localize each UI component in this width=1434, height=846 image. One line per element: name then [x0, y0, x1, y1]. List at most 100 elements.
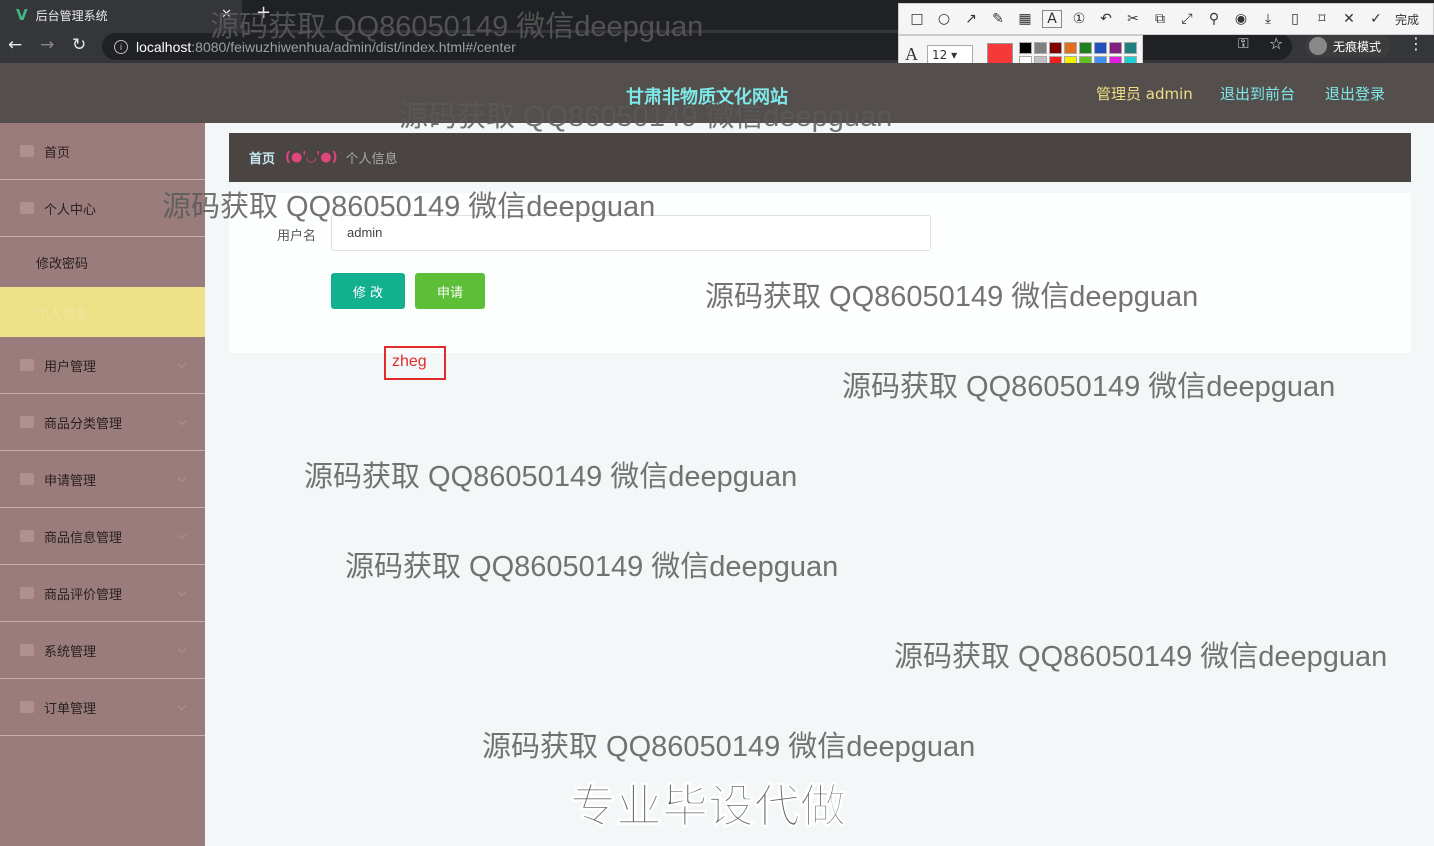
watermark-text: 源码获取 QQ86050149 微信deepguan — [399, 101, 893, 133]
sidebar-item-label: 订单管理 — [44, 701, 97, 717]
sidebar-item[interactable]: 商品评价管理 — [0, 565, 205, 622]
chevron-down-icon — [177, 644, 187, 654]
key-icon[interactable]: ⚿ — [1238, 36, 1249, 52]
admin-label: 管理员 admin — [1096, 85, 1193, 103]
breadcrumb-separator: (●'◡'●) — [285, 150, 338, 165]
ellipse-tool-icon[interactable]: ○ — [934, 11, 954, 27]
sidebar-item-label: 首页 — [44, 145, 71, 161]
color-swatch[interactable] — [1034, 42, 1047, 54]
browser-menu-icon[interactable]: ⋮ — [1408, 34, 1424, 53]
sidebar-item[interactable]: 商品信息管理 — [0, 508, 205, 565]
incognito-icon — [1309, 37, 1327, 55]
sidebar-item[interactable]: 申请管理 — [0, 451, 205, 508]
pen-tool-icon[interactable]: ✎ — [988, 11, 1008, 27]
watermark-text: 源码获取 QQ86050149 微信deepguan — [482, 731, 976, 763]
cancel-icon[interactable]: ✕ — [1339, 11, 1359, 27]
menu-icon — [20, 644, 34, 656]
site-info-icon[interactable]: i — [114, 39, 128, 54]
tab-title: 后台管理系统 — [35, 8, 108, 23]
mosaic-tool-icon[interactable]: ▦ — [1015, 11, 1035, 27]
arrow-tool-icon[interactable]: ↗ — [961, 11, 981, 27]
menu-icon — [20, 587, 34, 599]
menu-icon — [20, 530, 34, 542]
sidebar-item[interactable]: 商品分类管理 — [0, 394, 205, 451]
cut-icon[interactable]: ✂ — [1123, 11, 1143, 27]
color-swatch[interactable] — [1064, 42, 1077, 54]
watermark-text: 源码获取 QQ86050149 微信deepguan — [705, 281, 1199, 313]
menu-icon — [20, 473, 34, 485]
fullscreen-icon[interactable]: ⤢ — [1177, 11, 1197, 27]
edit-button[interactable]: 修 改 — [331, 273, 405, 309]
color-swatch[interactable] — [1019, 42, 1032, 54]
sidebar-item[interactable]: 用户管理 — [0, 337, 205, 394]
sidebar-item-label: 商品评价管理 — [44, 587, 123, 603]
breadcrumb: 首页 (●'◡'●) 个人信息 — [229, 133, 1411, 182]
annotation-text-box[interactable]: zheg — [384, 346, 446, 380]
apply-button[interactable]: 申请 — [415, 273, 485, 309]
sidebar-item[interactable]: 系统管理 — [0, 622, 205, 679]
user-icon — [20, 202, 34, 214]
font-size-value: 12 — [932, 48, 948, 62]
rectangle-tool-icon[interactable]: □ — [907, 11, 927, 27]
phone-icon[interactable]: ▯ — [1285, 11, 1305, 27]
url-host: localhost — [136, 38, 192, 55]
sidebar-item-home[interactable]: 首页 — [0, 123, 205, 180]
to-front-link[interactable]: 退出到前台 — [1220, 83, 1295, 104]
color-swatch[interactable] — [1124, 42, 1137, 54]
sidebar: 首页 个人中心 修改密码 个人信息 用户管理商品分类管理 申请管理商品信息管理 商品… — [0, 123, 205, 846]
sidebar-item-label: 用户管理 — [44, 359, 97, 375]
watermark-text: 源码获取 QQ86050149 微信deepguan — [842, 371, 1336, 403]
text-tool-icon[interactable]: A — [1042, 10, 1062, 28]
color-swatch[interactable] — [1079, 42, 1092, 54]
bookmark-icon[interactable]: ⌑ — [1312, 11, 1332, 27]
snip-toolbar: □ ○ ↗ ✎ ▦ A ① ↶ ✂ ⧉ ⤢ ⚲ ◉ ⤓ ▯ ⌑ ✕ ✓ 完成 — [898, 3, 1434, 35]
color-swatch[interactable] — [1109, 42, 1122, 54]
reload-icon[interactable]: ↻ — [72, 35, 86, 55]
sidebar-item-label: 个人中心 — [44, 202, 97, 218]
chevron-down-icon — [177, 530, 187, 540]
menu-icon — [20, 701, 34, 713]
ocr-icon[interactable]: ⧉ — [1150, 11, 1170, 27]
home-icon — [20, 145, 34, 157]
color-swatch[interactable] — [1049, 42, 1062, 54]
pin-icon[interactable]: ⚲ — [1204, 11, 1224, 27]
browser-tab[interactable]: V 后台管理系统 ✕ — [0, 0, 242, 30]
bookmark-star-icon[interactable]: ☆ — [1269, 34, 1283, 53]
confirm-icon[interactable]: ✓ — [1366, 11, 1386, 27]
chevron-down-icon — [177, 473, 187, 483]
logout-link[interactable]: 退出登录 — [1325, 83, 1385, 104]
font-size-select[interactable]: 12 ▾ — [927, 45, 973, 65]
back-icon[interactable]: ← — [8, 35, 22, 55]
download-icon[interactable]: ⤓ — [1258, 11, 1278, 27]
sidebar-item-label: 商品分类管理 — [44, 416, 123, 432]
sidebar-item[interactable]: 订单管理 — [0, 679, 205, 736]
undo-icon[interactable]: ↶ — [1096, 11, 1116, 27]
username-label: 用户名 — [277, 229, 317, 244]
chevron-down-icon — [177, 701, 187, 711]
chevron-down-icon — [177, 359, 187, 369]
done-label[interactable]: 完成 — [1395, 11, 1419, 28]
font-icon: A — [905, 44, 918, 64]
watermark-text: 源码获取 QQ86050149 微信deepguan — [304, 461, 798, 493]
sidebar-item-label: 申请管理 — [44, 473, 97, 489]
vue-logo-icon: V — [16, 6, 28, 24]
breadcrumb-home[interactable]: 首页 — [249, 148, 275, 167]
menu-icon — [20, 416, 34, 428]
watermark-text: 源码获取 QQ86050149 微信deepguan — [210, 11, 704, 43]
number-tool-icon[interactable]: ① — [1069, 11, 1089, 27]
sidebar-subitem-personal-info[interactable]: 个人信息 — [0, 287, 205, 337]
menu-icon — [20, 359, 34, 371]
watermark-banner: 专业毕设代做 — [570, 779, 847, 834]
record-icon[interactable]: ◉ — [1231, 11, 1251, 27]
incognito-badge[interactable]: 无痕模式 — [1305, 34, 1392, 58]
watermark-text: 源码获取 QQ86050149 微信deepguan — [162, 191, 656, 223]
color-swatch[interactable] — [1094, 42, 1107, 54]
chevron-down-icon — [177, 587, 187, 597]
chevron-down-icon — [177, 416, 187, 426]
watermark-text: 源码获取 QQ86050149 微信deepguan — [894, 641, 1388, 673]
incognito-label: 无痕模式 — [1333, 39, 1382, 54]
sidebar-item-label: 商品信息管理 — [44, 530, 123, 546]
sidebar-subitem-change-password[interactable]: 修改密码 — [0, 237, 205, 287]
watermark-text: 源码获取 QQ86050149 微信deepguan — [345, 551, 839, 583]
forward-icon[interactable]: → — [40, 35, 54, 55]
